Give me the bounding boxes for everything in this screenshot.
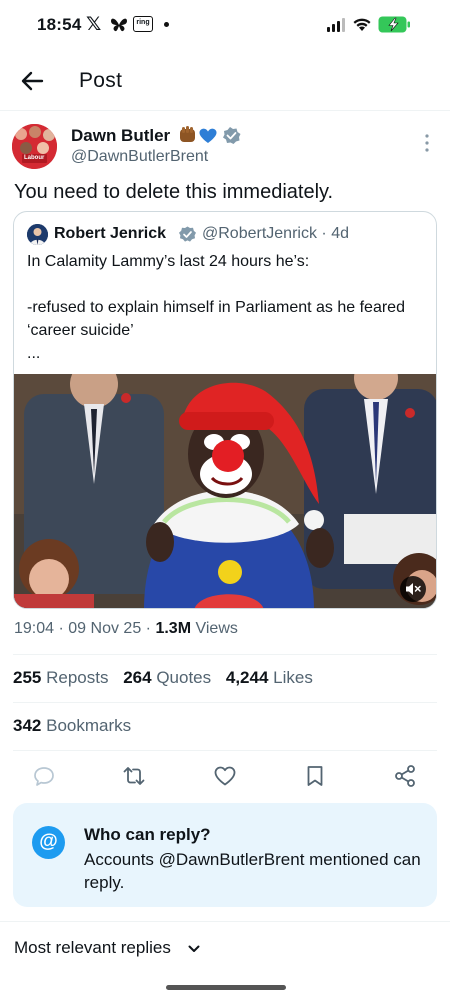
likes-stat[interactable]: 4,244 Likes — [226, 668, 313, 687]
status-bar: 18:54 𝕏 ring — [0, 0, 450, 50]
raised-fist-emoji — [180, 126, 195, 142]
author-emoji-row — [180, 126, 241, 144]
bookmarks-stats: 342 Bookmarks — [13, 716, 141, 736]
reposts-stat[interactable]: 255 Reposts — [13, 668, 108, 687]
post-meta: 19:04 · 09 Nov 25 · 1.3M Views — [14, 620, 238, 638]
at-sign-icon: @ — [32, 826, 65, 859]
bookmarks-count: 342 — [13, 716, 42, 735]
x-icon: 𝕏 — [86, 14, 102, 35]
wifi-icon — [353, 18, 371, 31]
divider — [13, 702, 437, 703]
quotes-label: Quotes — [156, 668, 212, 687]
post-text: You need to delete this immediately. — [14, 181, 334, 203]
like-icon[interactable] — [213, 764, 237, 788]
dot-icon — [164, 22, 169, 27]
quoted-avatar[interactable] — [27, 224, 48, 245]
repost-icon[interactable] — [122, 764, 146, 788]
bookmarks-stat[interactable]: 342 Bookmarks — [13, 716, 131, 735]
arrow-left-icon[interactable] — [18, 67, 46, 95]
who-can-reply-title: Who can reply? — [84, 825, 211, 844]
separator: · — [145, 620, 151, 637]
share-icon[interactable] — [393, 764, 417, 788]
post-date: 09 Nov 25 — [68, 620, 142, 637]
signal-icon — [327, 18, 345, 32]
avatar[interactable]: Labour — [12, 124, 57, 169]
status-time: 18:54 — [37, 15, 82, 34]
who-can-reply-box: @ Who can reply? Accounts @DawnButlerBre… — [13, 803, 437, 907]
quoted-author-name: Robert Jenrick — [54, 225, 167, 242]
more-options-icon[interactable] — [420, 132, 434, 154]
battery-charging-icon — [378, 16, 410, 33]
bookmarks-label: Bookmarks — [46, 716, 132, 735]
separator: · — [321, 225, 327, 242]
author-handle[interactable]: @DawnButlerBrent — [71, 148, 208, 166]
separator: · — [58, 620, 64, 637]
chevron-down-icon[interactable] — [187, 942, 201, 956]
quoted-author-handle-line: @RobertJenrick · 4d — [202, 225, 349, 243]
quotes-stat[interactable]: 264 Quotes — [123, 668, 211, 687]
quoted-post[interactable]: Robert Jenrick @RobertJenrick · 4d In Ca… — [13, 211, 437, 609]
divider — [13, 750, 437, 751]
verified-badge — [223, 127, 241, 144]
home-indicator[interactable] — [166, 985, 286, 990]
reposts-count: 255 — [13, 668, 42, 687]
mute-icon[interactable] — [400, 576, 426, 602]
quoted-author-handle: @RobertJenrick — [202, 225, 317, 242]
author-name[interactable]: Dawn Butler — [71, 126, 170, 146]
verified-badge-icon — [179, 226, 196, 242]
reply-icon[interactable] — [32, 764, 56, 788]
divider — [13, 654, 437, 655]
divider — [0, 921, 450, 922]
header: Post — [0, 55, 450, 111]
butterfly-icon — [111, 18, 127, 32]
quotes-count: 264 — [123, 668, 152, 687]
likes-label: Likes — [273, 668, 313, 687]
post-time: 19:04 — [14, 620, 55, 637]
quoted-post-age: 4d — [331, 225, 349, 242]
quoted-post-video[interactable] — [14, 374, 436, 608]
engagement-stats: 255 Reposts 264 Quotes 4,244 Likes — [13, 668, 323, 688]
views-label: Views — [195, 620, 238, 637]
blue-heart-emoji — [199, 128, 217, 143]
quoted-post-text: In Calamity Lammy’s last 24 hours he’s: … — [27, 253, 405, 362]
replies-sort-button[interactable]: Most relevant replies — [14, 938, 171, 958]
avatar-badge: Labour — [24, 155, 45, 161]
page-title: Post — [79, 69, 123, 92]
who-can-reply-description: Accounts @DawnButlerBrent mentioned can … — [84, 850, 421, 892]
action-bar — [13, 760, 437, 794]
ring-icon: ring — [133, 16, 153, 32]
reposts-label: Reposts — [46, 668, 109, 687]
video-frame — [14, 374, 436, 608]
views-count: 1.3M — [155, 620, 192, 637]
likes-count: 4,244 — [225, 668, 269, 687]
bookmark-icon[interactable] — [303, 764, 327, 788]
